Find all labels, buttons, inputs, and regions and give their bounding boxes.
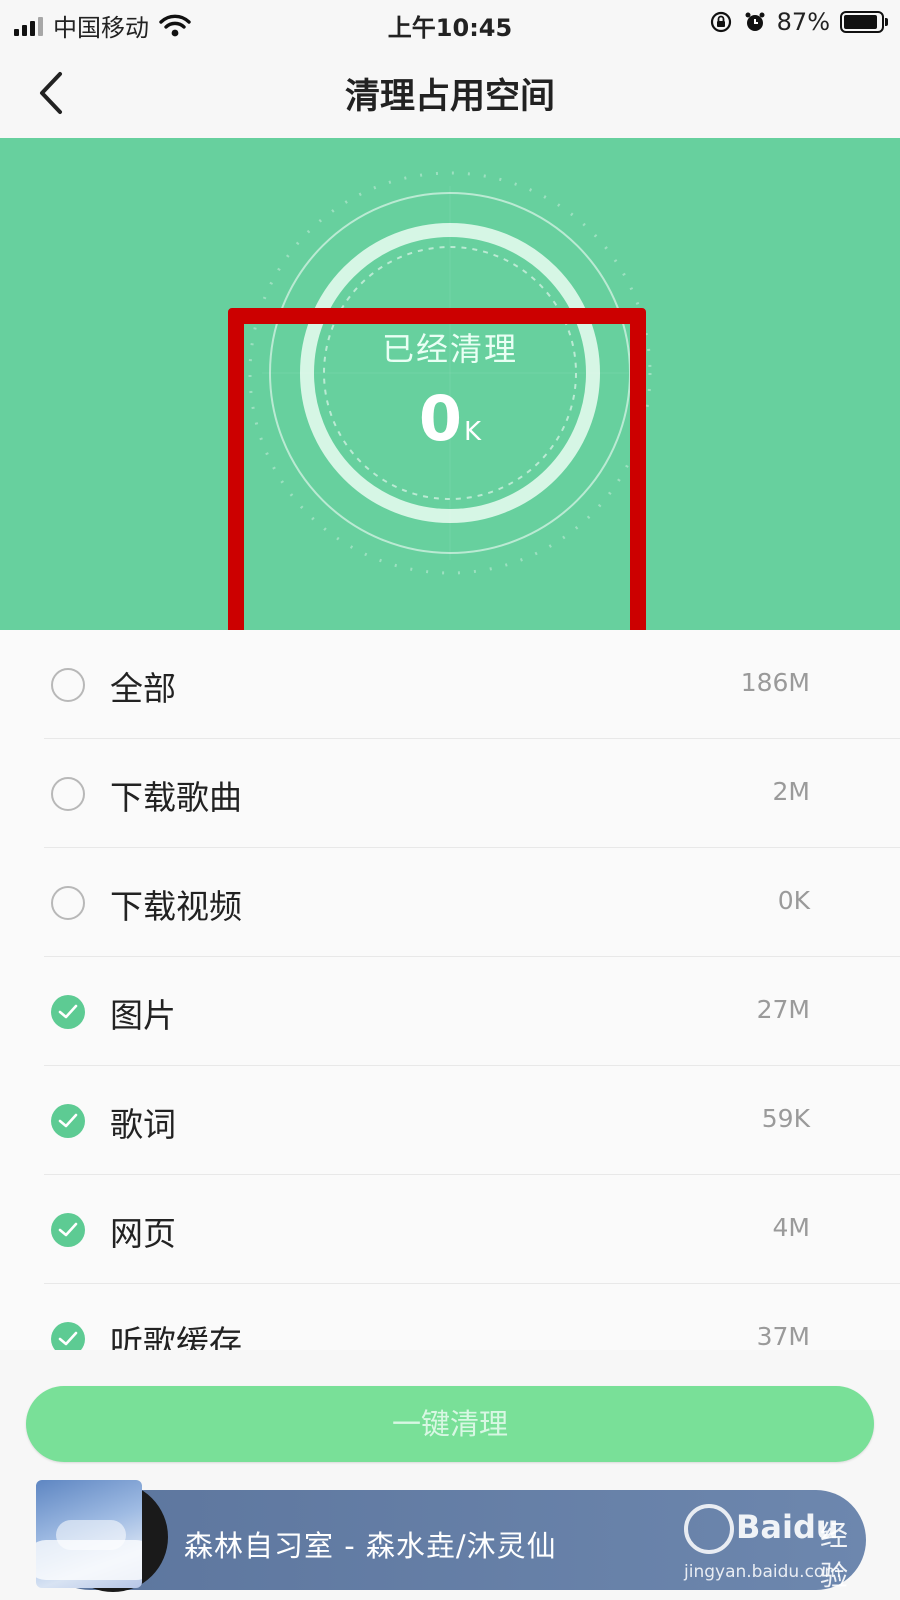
item-label: 听歌缓存 (110, 1323, 242, 1350)
item-label: 网页 (110, 1214, 176, 1253)
item-size: 2M (772, 777, 810, 806)
cleanup-summary-panel: 已经清理 0K (0, 138, 900, 686)
list-item-images[interactable]: 图片 27M (0, 957, 900, 1066)
checkbox-checked[interactable] (51, 1104, 85, 1138)
item-label: 歌词 (110, 1105, 176, 1144)
list-item-lyrics[interactable]: 歌词 59K (0, 1066, 900, 1175)
checkbox[interactable] (51, 886, 85, 920)
item-size: 186M (740, 668, 810, 697)
checkmark-icon (58, 1222, 78, 1237)
battery-icon (840, 11, 888, 33)
album-cover[interactable] (36, 1480, 142, 1588)
item-label: 下载视频 (110, 887, 242, 926)
checkbox-checked[interactable] (51, 995, 85, 1029)
item-size: 0K (777, 886, 810, 915)
checkmark-icon (58, 1331, 78, 1346)
checkbox-checked[interactable] (51, 1322, 85, 1350)
item-label: 下载歌曲 (110, 778, 242, 817)
now-playing-title[interactable]: 森林自习室 - 森水垚/沐灵仙 (184, 1523, 557, 1565)
item-size: 37M (756, 1322, 810, 1350)
item-label: 图片 (110, 996, 176, 1035)
item-size: 27M (756, 995, 810, 1024)
list-item-all[interactable]: 全部 186M (0, 630, 900, 739)
baidu-watermark: Baidu 经验 jingyan.baidu.com (684, 1500, 874, 1592)
alarm-icon (745, 12, 765, 31)
cleanup-item-list: 全部 186M 下载歌曲 2M 下载视频 0K 图片 27M 歌词 59K 网页 (0, 630, 900, 1350)
one-tap-clean-button[interactable]: 一键清理 (26, 1386, 874, 1462)
play-ring-icon (684, 1504, 734, 1554)
item-size: 4M (772, 1213, 810, 1242)
item-size: 59K (761, 1104, 810, 1133)
status-right: 87% (709, 8, 888, 36)
list-item-playback-cache[interactable]: 听歌缓存 37M (0, 1284, 900, 1350)
watermark-url: jingyan.baidu.com (684, 1562, 841, 1582)
list-item-downloaded-videos[interactable]: 下载视频 0K (0, 848, 900, 957)
checkbox[interactable] (51, 777, 85, 811)
page-title: 清理占用空间 (344, 77, 555, 117)
watermark-text: 经验 (820, 1519, 849, 1592)
checkbox-checked[interactable] (51, 1213, 85, 1247)
checkbox[interactable] (51, 668, 85, 702)
status-bar: 中国移动 上午10:45 87% (0, 0, 900, 46)
nav-bar: 清理占用空间 (0, 46, 900, 138)
checkmark-icon (58, 1004, 78, 1019)
list-item-downloaded-songs[interactable]: 下载歌曲 2M (0, 739, 900, 848)
battery-percent: 87% (776, 8, 830, 36)
item-label: 全部 (110, 669, 176, 708)
checkmark-icon (58, 1113, 78, 1128)
list-item-webpages[interactable]: 网页 4M (0, 1175, 900, 1284)
rotation-lock-icon (710, 11, 731, 33)
